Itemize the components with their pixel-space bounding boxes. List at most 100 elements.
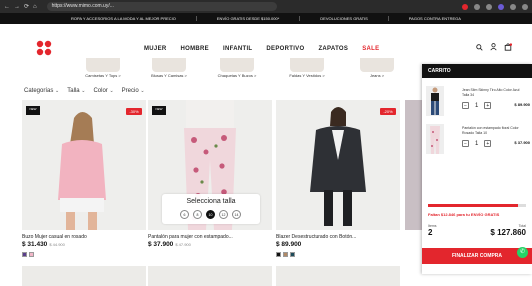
user-icon[interactable] [490, 43, 497, 51]
product-price: $ 31.430 $ 44.900 [22, 241, 65, 248]
size-option[interactable]: 8 [193, 210, 202, 219]
product-price: $ 37.900 $ 47.900 [148, 241, 191, 248]
bag-icon[interactable] [504, 43, 512, 51]
category-label: Blusas Y Camisas > [151, 73, 187, 78]
quantity-value: 1 [475, 140, 479, 147]
browser-nav-icons[interactable]: ←→⟳⌂ [4, 3, 41, 10]
ext-icon[interactable] [474, 3, 480, 10]
cart-item-name[interactable]: Jean Slim Skinny Tiro Alto Color Azul Ta… [462, 88, 524, 97]
size-option[interactable]: 12 [219, 210, 228, 219]
old-price: $ 47.900 [175, 242, 191, 247]
quantity-stepper: − 1 + [462, 102, 492, 109]
product-image[interactable]: -20% [276, 100, 400, 230]
size-option[interactable]: 6 [180, 210, 189, 219]
promo-item: ENVÍO GRATIS DESDE $150.000* [195, 16, 279, 21]
cart-item-image[interactable] [426, 124, 444, 154]
main-menu: MUJER HOMBRE INFANTIL DEPORTIVO ZAPATOS … [144, 46, 379, 52]
search-icon[interactable] [476, 43, 483, 51]
category-item[interactable]: Camisetas Y Tops > [78, 58, 128, 82]
address-bar[interactable]: https://www.mimo.com.uy/... [46, 2, 277, 11]
size-option[interactable]: 14 [232, 210, 241, 219]
plus-button[interactable]: + [484, 102, 492, 109]
menu-item-zapatos[interactable]: ZAPATOS [318, 46, 348, 52]
filter-categorias[interactable]: Categorías ⌄ [24, 88, 59, 94]
cart-item-price: $ 37.900 [514, 140, 530, 145]
color-swatch[interactable] [276, 252, 281, 257]
menu-item-deportivo[interactable]: DEPORTIVO [266, 46, 304, 52]
plus-button[interactable]: + [484, 140, 492, 147]
color-swatch[interactable] [290, 252, 295, 257]
product-card-peek[interactable] [148, 266, 272, 286]
color-swatches [276, 252, 295, 257]
filter-color[interactable]: Color ⌄ [93, 88, 113, 94]
product-name[interactable]: Buzo Mujer casual en rosado [22, 234, 146, 240]
category-item[interactable]: Chaquetas Y Buzos > [212, 58, 262, 82]
cart-item-image[interactable] [426, 86, 444, 116]
ext-icon[interactable] [486, 3, 492, 10]
mimo-logo[interactable] [36, 40, 52, 56]
promo-item: ROPA Y ACCESORIOS A LA MODA Y AL MEJOR P… [71, 16, 176, 21]
color-swatches [22, 252, 34, 257]
menu-item-mujer[interactable]: MUJER [144, 46, 167, 52]
total-value: $ 127.860 [490, 228, 526, 237]
category-item[interactable]: Faldas Y Vestidos > [282, 58, 332, 82]
quantity-value: 1 [475, 102, 479, 109]
product-image[interactable]: NEW Selecciona talla 6 8 10 12 14 [148, 100, 272, 230]
product-card-peek[interactable] [276, 266, 400, 286]
ext-icon[interactable] [462, 3, 468, 10]
menu-item-hombre[interactable]: HOMBRE [181, 46, 209, 52]
category-image [290, 58, 324, 72]
category-label: Chaquetas Y Buzos > [217, 73, 257, 78]
shipping-progress-fill [428, 204, 519, 207]
category-label: Jeans > [369, 73, 385, 78]
items-count: 2 [428, 228, 433, 237]
cart-title: CARRITO [422, 64, 532, 78]
product-name[interactable]: Blazer Desestructurado con Botón... [276, 234, 400, 240]
promo-item: DEVOLUCIONES GRATIS [299, 16, 368, 21]
category-label: Camisetas Y Tops > [85, 73, 121, 78]
category-item[interactable]: Blusas Y Camisas > [144, 58, 194, 82]
filter-talla[interactable]: Talla ⌄ [67, 88, 85, 94]
total-summary: Total $ 127.860 [490, 224, 526, 237]
product-card-peek[interactable] [22, 266, 146, 286]
size-options: 6 8 10 12 14 [180, 210, 241, 219]
size-selector: Selecciona talla 6 8 10 12 14 [162, 194, 260, 224]
checkout-button[interactable]: FINALIZAR COMPRA [422, 248, 532, 264]
model-figure [58, 112, 106, 230]
items-summary: Items 2 [428, 224, 437, 237]
chevron-down-icon: ⌄ [109, 88, 114, 94]
model-figure [310, 107, 366, 226]
old-price: $ 44.900 [49, 242, 65, 247]
menu-item-infantil[interactable]: INFANTIL [223, 46, 252, 52]
color-swatch[interactable] [22, 252, 27, 257]
size-selector-title: Selecciona talla [186, 198, 236, 205]
promo-item: PAGOS CONTRA ENTREGA [387, 16, 461, 21]
cart-item: Pantalón con estampado floral Color Rosa… [422, 120, 532, 158]
color-swatch[interactable] [29, 252, 34, 257]
product-image[interactable]: NEW -30% [22, 100, 146, 230]
cart-item-name[interactable]: Pantalón con estampado floral Color Rosa… [462, 126, 524, 135]
menu-item-sale[interactable]: SALE [362, 46, 379, 52]
cart-item: Jean Slim Skinny Tiro Alto Color Azul Ta… [422, 82, 532, 120]
browser-bar: ←→⟳⌂ https://www.mimo.com.uy/... [0, 0, 532, 13]
discount-badge: -20% [380, 108, 396, 115]
color-swatch[interactable] [283, 252, 288, 257]
category-item[interactable]: Jeans > [352, 58, 402, 82]
new-badge: NEW [152, 106, 166, 115]
ext-icon[interactable] [522, 3, 528, 10]
category-label: Faldas Y Vestidos > [289, 73, 325, 78]
extensions [462, 3, 528, 10]
cart-panel: CARRITO Jean Slim Skinny Tiro Alto Color… [422, 64, 532, 274]
ext-icon[interactable] [510, 3, 516, 10]
ext-icon[interactable] [498, 3, 504, 10]
minus-button[interactable]: − [462, 102, 469, 109]
promo-strip: ROPA Y ACCESORIOS A LA MODA Y AL MEJOR P… [0, 13, 532, 24]
whatsapp-icon[interactable]: ✆ [517, 247, 528, 258]
minus-button[interactable]: − [462, 140, 469, 147]
product-name[interactable]: Pantalón para mujer con estampado... [148, 234, 272, 240]
size-option-selected[interactable]: 10 [206, 210, 215, 219]
filter-precio[interactable]: Precio ⌄ [122, 88, 145, 94]
free-shipping-text: Faltan $12.846 para tu ENVÍO GRATIS [428, 212, 500, 217]
chevron-down-icon: ⌄ [140, 88, 145, 94]
chevron-down-icon: ⌄ [55, 88, 60, 94]
